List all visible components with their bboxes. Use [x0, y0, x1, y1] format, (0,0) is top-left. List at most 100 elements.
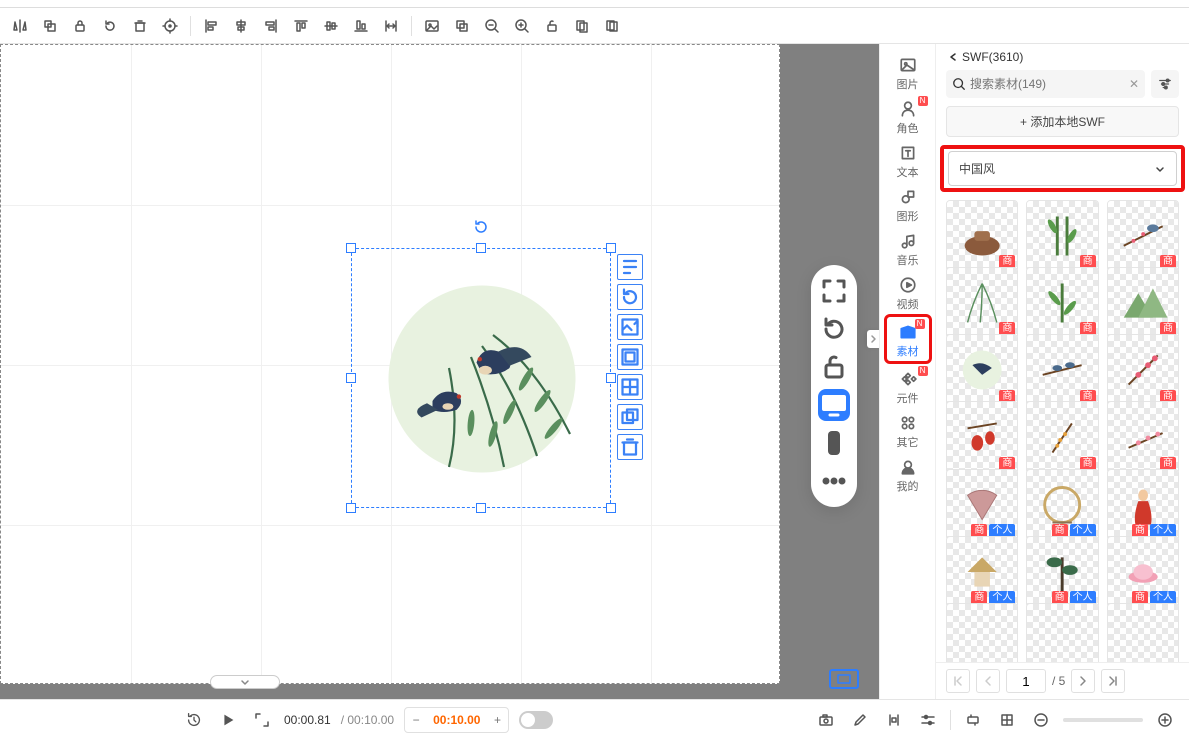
resize-handle-ml[interactable] — [346, 373, 356, 383]
align-bottom-button[interactable] — [347, 12, 375, 40]
toggle-switch[interactable] — [519, 711, 553, 729]
zoom-out-button[interactable] — [1029, 708, 1053, 732]
elem-crop-button[interactable] — [617, 344, 643, 370]
asset-thumb-lotus[interactable]: 商个人 — [1107, 536, 1179, 608]
edit-icon[interactable] — [848, 708, 872, 732]
clear-search-icon[interactable]: ✕ — [1129, 77, 1139, 91]
canvas[interactable] — [0, 44, 780, 684]
resize-handle-tr[interactable] — [606, 243, 616, 253]
selection-bounds[interactable] — [351, 248, 611, 508]
zoom-out-button[interactable] — [478, 12, 506, 40]
filter-button[interactable] — [1151, 70, 1179, 98]
elem-edit-button[interactable] — [617, 254, 643, 280]
asset-thumb-pavilion[interactable]: 商个人 — [946, 536, 1018, 608]
asset-thumb-lady[interactable]: 商个人 — [1107, 469, 1179, 541]
lock-a-button[interactable] — [66, 12, 94, 40]
asset-thumb-fan[interactable]: 商个人 — [946, 469, 1018, 541]
resize-handle-br[interactable] — [606, 503, 616, 513]
asset-thumb-osmanthus[interactable]: 商 — [1026, 401, 1098, 473]
pill-fullscreen[interactable] — [818, 275, 850, 307]
duration-minus[interactable]: − — [405, 708, 427, 732]
bring-front-button[interactable] — [448, 12, 476, 40]
category-image[interactable]: 图片 — [884, 50, 932, 94]
elem-align-stage-button[interactable] — [617, 374, 643, 400]
zoom-in-button[interactable] — [1153, 708, 1177, 732]
resize-handle-bl[interactable] — [346, 503, 356, 513]
camera-icon[interactable] — [814, 708, 838, 732]
asset-thumb-blank[interactable] — [1107, 603, 1179, 662]
pager-last[interactable] — [1101, 669, 1125, 693]
resize-handle-mr[interactable] — [606, 373, 616, 383]
asset-thumb-plum3[interactable]: 商 — [1107, 401, 1179, 473]
play-button[interactable] — [216, 708, 240, 732]
zoom-slider[interactable] — [1063, 718, 1143, 722]
panel-back[interactable]: SWF(3610) — [936, 44, 1189, 70]
resize-handle-tl[interactable] — [346, 243, 356, 253]
distribute-icon[interactable] — [882, 708, 906, 732]
rotate-handle[interactable] — [473, 219, 489, 235]
page-indicator-active[interactable] — [829, 669, 859, 689]
grid-icon[interactable] — [995, 708, 1019, 732]
target-button[interactable] — [156, 12, 184, 40]
align-right-button[interactable] — [257, 12, 285, 40]
history-button[interactable] — [182, 708, 206, 732]
search-box[interactable]: ✕ — [946, 70, 1145, 98]
asset-thumb-blank[interactable] — [946, 603, 1018, 662]
category-text[interactable]: 文本 — [884, 138, 932, 182]
elem-order-button[interactable] — [617, 404, 643, 430]
asset-thumb-moon-gate[interactable]: 商个人 — [1026, 469, 1098, 541]
asset-thumb-swallow[interactable]: 商 — [946, 334, 1018, 406]
canvas-hscroll[interactable] — [20, 673, 857, 691]
settings-icon[interactable] — [916, 708, 940, 732]
flip-h-button[interactable] — [6, 12, 34, 40]
trash-button[interactable] — [126, 12, 154, 40]
send-back-button[interactable] — [36, 12, 64, 40]
hscroll-thumb[interactable] — [210, 675, 280, 689]
asset-thumb-mountain[interactable]: 商 — [1107, 267, 1179, 339]
copy-button[interactable] — [568, 12, 596, 40]
pager-current[interactable] — [1006, 669, 1046, 693]
pager-next[interactable] — [1071, 669, 1095, 693]
unlock-button[interactable] — [538, 12, 566, 40]
category-component[interactable]: 元件N — [884, 364, 932, 408]
elem-trash-button[interactable] — [617, 434, 643, 460]
layers-button[interactable] — [598, 12, 626, 40]
asset-thumb-pine[interactable]: 商个人 — [1026, 536, 1098, 608]
dist-equal-button[interactable] — [377, 12, 405, 40]
add-local-swf-button[interactable]: + 添加本地SWF — [946, 106, 1179, 137]
resize-handle-bm[interactable] — [476, 503, 486, 513]
asset-thumb-plum2[interactable]: 商 — [1107, 334, 1179, 406]
align-top-button[interactable] — [287, 12, 315, 40]
style-select[interactable]: 中国风 — [948, 151, 1177, 186]
asset-thumb-bamboo2[interactable]: 商 — [1026, 267, 1098, 339]
pill-more[interactable] — [818, 465, 850, 497]
asset-thumb-bird-plum[interactable]: 商 — [1107, 200, 1179, 272]
pill-tablet[interactable] — [818, 427, 850, 459]
image-button[interactable] — [418, 12, 446, 40]
refresh-button[interactable] — [96, 12, 124, 40]
asset-thumb-willow[interactable]: 商 — [946, 267, 1018, 339]
asset-thumb-lantern[interactable]: 商 — [946, 401, 1018, 473]
pager-prev[interactable] — [976, 669, 1000, 693]
pill-unlock[interactable] — [818, 351, 850, 383]
asset-thumb-teapot[interactable]: 商 — [946, 200, 1018, 272]
pager-first[interactable] — [946, 669, 970, 693]
align-vcenter-button[interactable] — [317, 12, 345, 40]
expand-button[interactable] — [250, 708, 274, 732]
resize-handle-tm[interactable] — [476, 243, 486, 253]
category-asset[interactable]: 素材N — [884, 314, 932, 364]
elem-replace-img-button[interactable] — [617, 314, 643, 340]
category-mine[interactable]: 我的 — [884, 452, 932, 496]
category-shape[interactable]: 图形 — [884, 182, 932, 226]
collapse-panel-button[interactable] — [867, 330, 879, 348]
duration-plus[interactable]: + — [486, 708, 508, 732]
align-left-button[interactable] — [197, 12, 225, 40]
category-role[interactable]: 角色N — [884, 94, 932, 138]
asset-thumb-bamboo[interactable]: 商 — [1026, 200, 1098, 272]
category-other[interactable]: 其它 — [884, 408, 932, 452]
asset-thumb-birds-branch[interactable]: 商 — [1026, 334, 1098, 406]
search-input[interactable] — [970, 77, 1125, 91]
category-music[interactable]: 音乐 — [884, 226, 932, 270]
elem-rotate-button[interactable] — [617, 284, 643, 310]
zoom-in-button[interactable] — [508, 12, 536, 40]
